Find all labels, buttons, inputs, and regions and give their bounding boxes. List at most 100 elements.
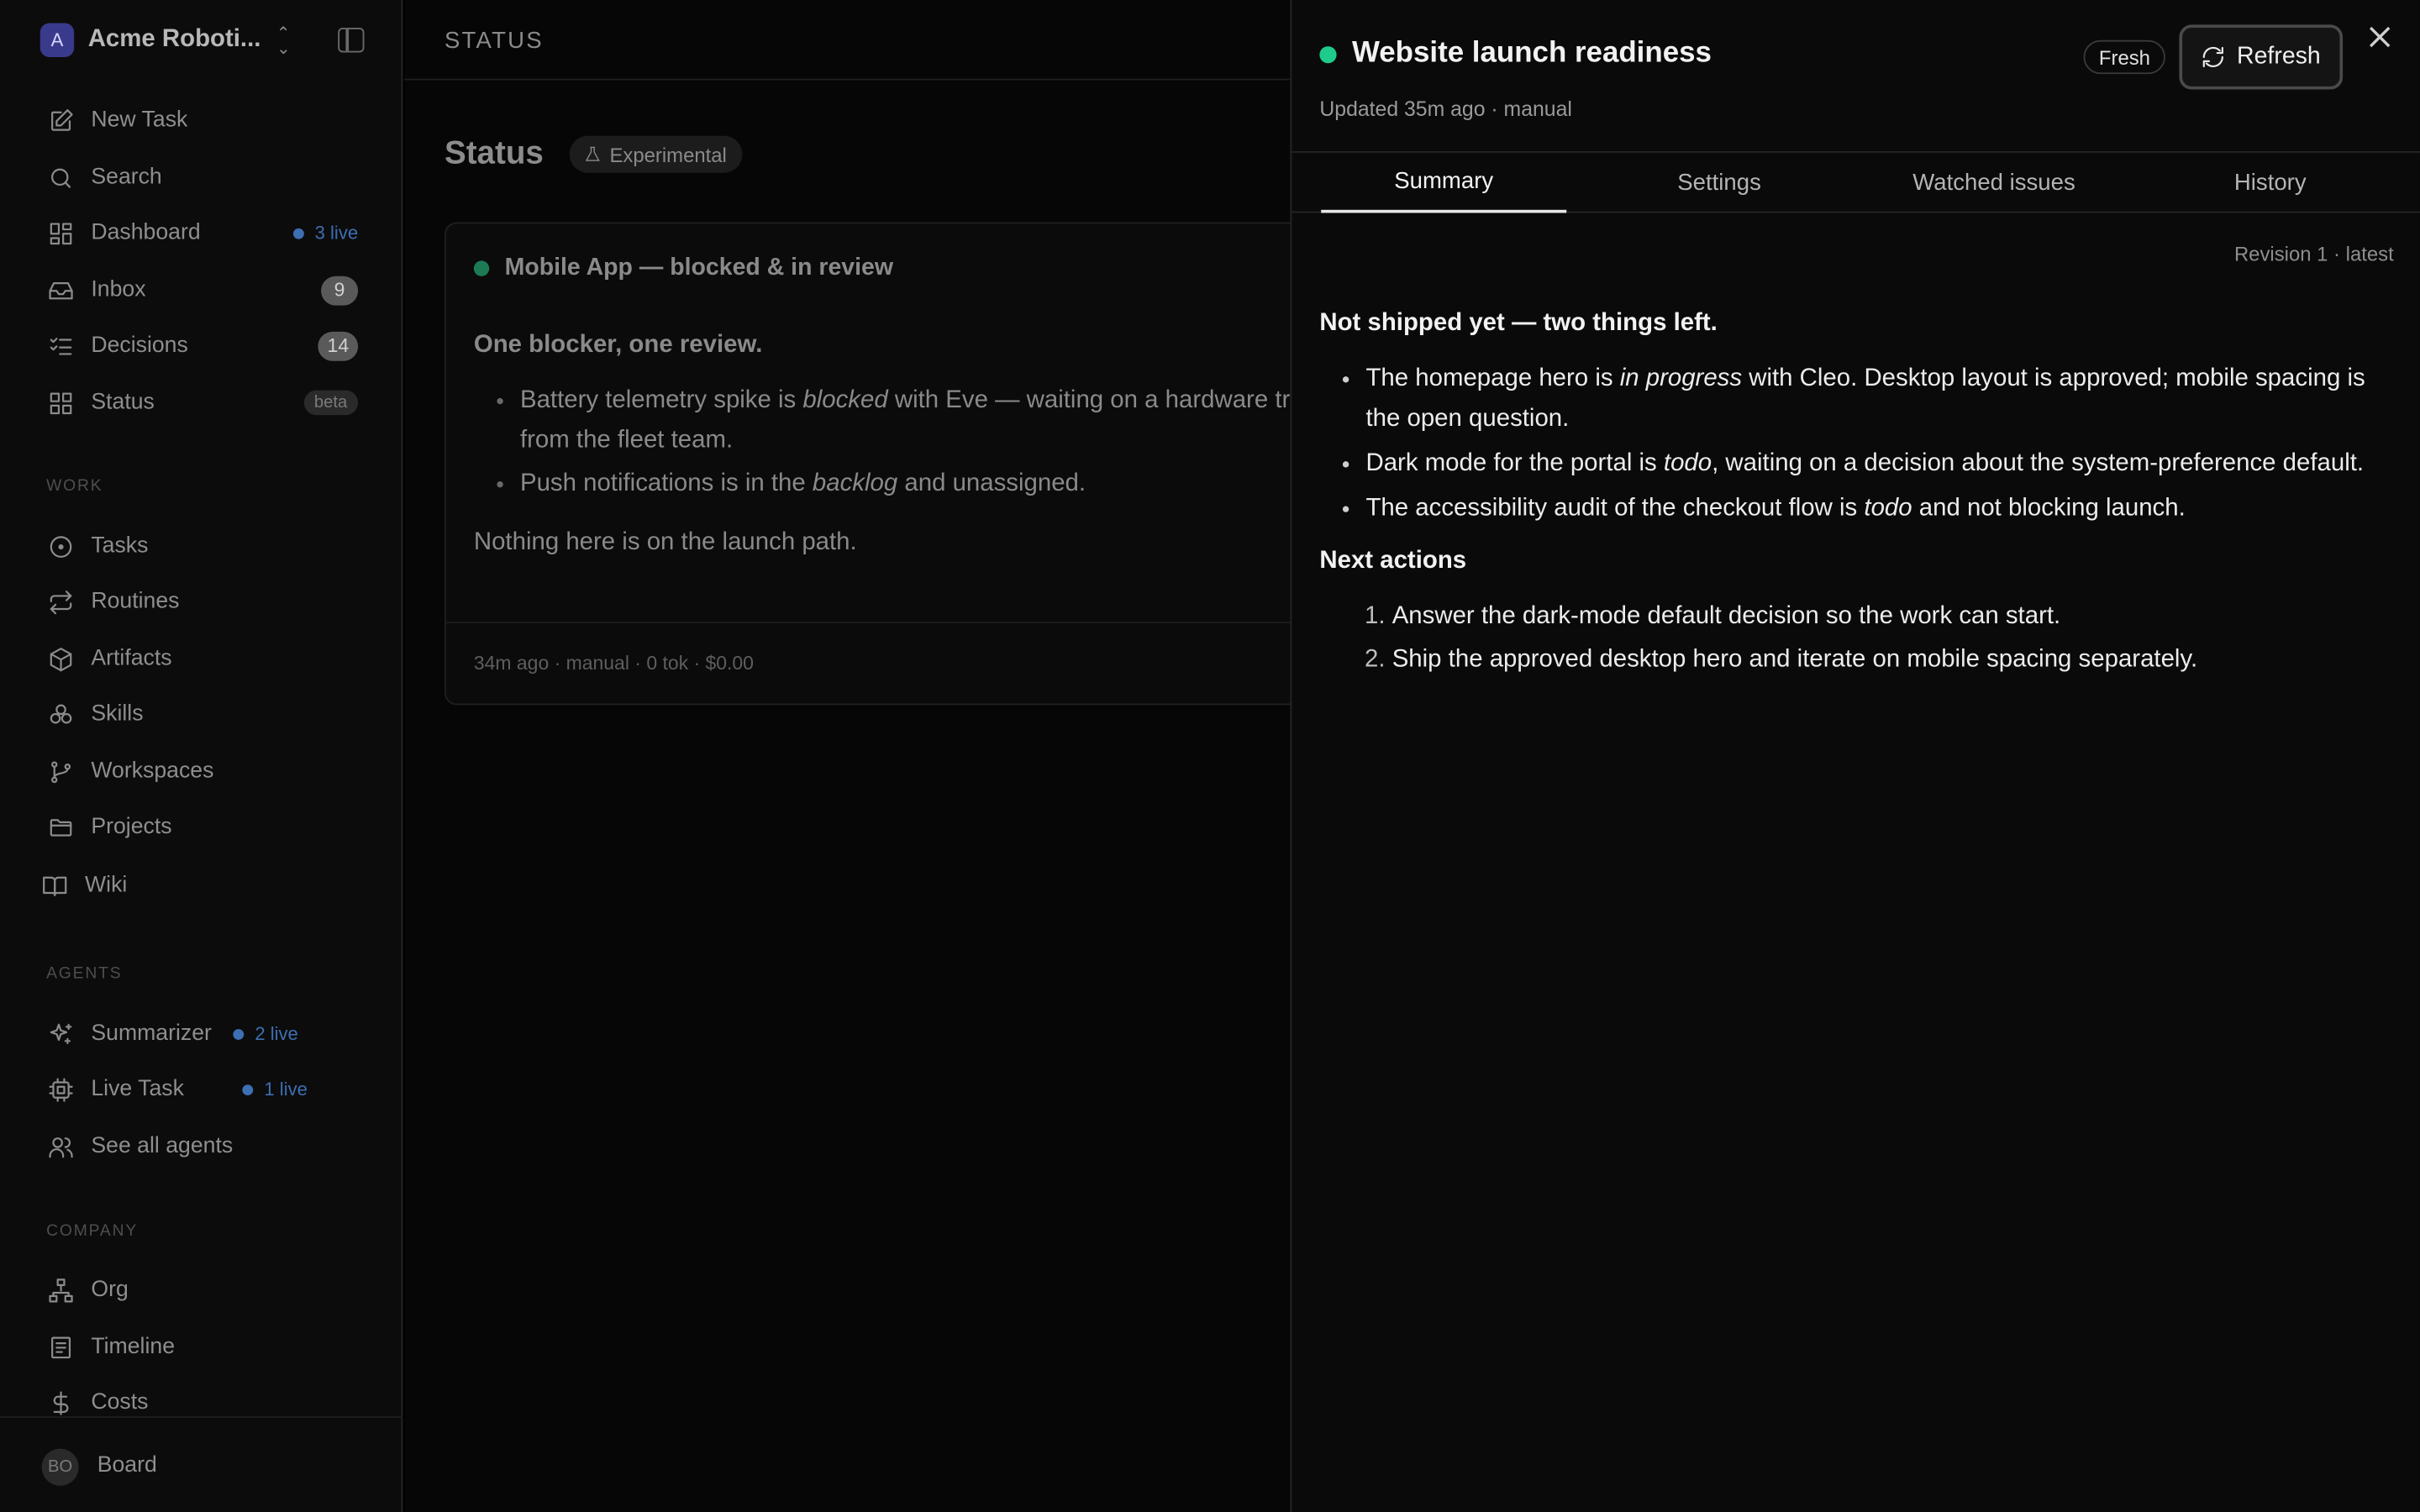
- main-content: STATUS Status Experimental Mobile App — …: [404, 0, 1292, 1512]
- sidebar-item-label: Status: [91, 390, 155, 416]
- sidebar-item-label: Routines: [91, 589, 180, 615]
- section-label-work: WORK: [46, 476, 103, 496]
- decisions-count-badge: 14: [318, 330, 359, 360]
- close-button[interactable]: [2369, 26, 2396, 54]
- list-item: Push notifications is in the backlog and…: [520, 465, 1292, 505]
- git-branch-icon: [46, 758, 74, 785]
- sidebar-item-new-task[interactable]: New Task: [46, 102, 358, 139]
- sidebar-item-label: New Task: [91, 108, 188, 133]
- sidebar-item-label: Skills: [91, 701, 144, 727]
- box-icon: [46, 645, 74, 673]
- dollar-icon: [46, 1389, 74, 1416]
- sidebar-item-projects[interactable]: Projects: [46, 808, 358, 845]
- workspace-name: Acme Roboti...: [87, 26, 261, 53]
- fresh-badge: Fresh: [2083, 39, 2166, 75]
- live-indicator: 1 live: [242, 1079, 308, 1100]
- beta-badge: beta: [303, 390, 359, 416]
- refresh-icon: [2203, 46, 2224, 68]
- sidebar-item-wiki[interactable]: Wiki: [40, 867, 352, 904]
- section-label-company: COMPANY: [46, 1221, 139, 1241]
- status-grid-icon: [46, 389, 74, 417]
- sidebar-item-workspaces[interactable]: Workspaces: [46, 753, 358, 790]
- list-item: Ship the approved desktop hero and itera…: [1392, 640, 2400, 680]
- timeline-icon: [46, 1333, 74, 1361]
- sidebar-item-tasks[interactable]: Tasks: [46, 528, 358, 564]
- card-closing: Nothing here is on the launch path.: [473, 528, 857, 556]
- status-card[interactable]: Mobile App — blocked & in review One blo…: [444, 222, 1292, 706]
- sidebar-item-label: Tasks: [91, 533, 149, 559]
- sidebar-item-label: Workspaces: [91, 759, 214, 785]
- sidebar-item-label: Inbox: [91, 277, 146, 302]
- sidebar-item-live-task[interactable]: Live Task 1 live: [46, 1071, 358, 1108]
- list-item: Answer the dark-mode default decision so…: [1392, 597, 2400, 638]
- cpu-icon: [46, 1075, 74, 1103]
- tab-watched-issues[interactable]: Watched issues: [1870, 153, 2118, 213]
- next-actions-heading: Next actions: [1319, 548, 1467, 575]
- sidebar-footer[interactable]: BO Board: [0, 1416, 403, 1512]
- sidebar-item-label: Live Task: [91, 1077, 184, 1102]
- sidebar-item-label: Projects: [91, 814, 172, 840]
- tab-history[interactable]: History: [2171, 153, 2369, 213]
- revision-label: Revision 1 · latest: [2233, 242, 2394, 265]
- sidebar-collapse-icon[interactable]: [338, 28, 365, 53]
- flask-icon: [585, 146, 600, 161]
- sidebar-item-routines[interactable]: Routines: [46, 583, 358, 620]
- sidebar-item-status[interactable]: Status beta: [46, 384, 359, 421]
- sidebar: A Acme Roboti... ⌃ ⌃ New Task Search Dash…: [0, 0, 403, 1512]
- panel-title: Website launch readiness: [1351, 37, 1712, 70]
- header-title: STATUS: [444, 28, 544, 55]
- sidebar-item-dashboard[interactable]: Dashboard 3 live: [46, 214, 358, 251]
- status-dot: [473, 260, 490, 276]
- tab-settings[interactable]: Settings: [1612, 153, 1825, 213]
- book-icon: [40, 872, 68, 900]
- sidebar-item-label: Artifacts: [91, 646, 172, 671]
- card-title-row: Mobile App — blocked & in review: [473, 255, 893, 282]
- refresh-button[interactable]: Refresh: [2179, 24, 2344, 90]
- live-indicator: 2 live: [233, 1023, 298, 1044]
- sidebar-item-label: Org: [91, 1277, 129, 1303]
- org-chart-icon: [46, 1276, 74, 1304]
- page-title: Status: [444, 135, 544, 171]
- summary-heading: Not shipped yet — two things left.: [1319, 310, 1718, 337]
- workspace-logo: A: [39, 23, 75, 57]
- sidebar-item-org[interactable]: Org: [46, 1271, 358, 1308]
- board-label: Board: [97, 1453, 157, 1478]
- sidebar-item-label: Dashboard: [91, 220, 201, 246]
- divider: [445, 622, 1292, 624]
- sidebar-item-label: Summarizer: [91, 1021, 212, 1047]
- search-icon: [46, 164, 74, 192]
- sidebar-item-skills[interactable]: Skills: [46, 696, 358, 732]
- sidebar-item-decisions[interactable]: Decisions 14: [46, 327, 359, 364]
- inbox-icon: [46, 276, 74, 304]
- card-lead: One blocker, one review.: [473, 331, 763, 359]
- sidebar-item-label: Decisions: [91, 333, 188, 359]
- users-icon: [46, 1132, 74, 1160]
- sidebar-item-artifacts[interactable]: Artifacts: [46, 640, 358, 677]
- folder-icon: [46, 813, 74, 841]
- sidebar-item-label: Wiki: [85, 873, 128, 898]
- sidebar-item-costs[interactable]: Costs: [46, 1384, 358, 1421]
- sidebar-item-summarizer[interactable]: Summarizer 2 live: [46, 1016, 358, 1053]
- panel-subtitle: Updated 35m ago · manual: [1319, 97, 1572, 121]
- workspace-switcher[interactable]: A Acme Roboti... ⌃ ⌃: [39, 22, 365, 59]
- circle-dot-icon: [46, 533, 74, 560]
- panel-title-row: Website launch readiness: [1319, 37, 1712, 71]
- tab-summary[interactable]: Summary: [1321, 153, 1567, 213]
- card-body: One blocker, one review. Battery telemet…: [474, 326, 1292, 564]
- refresh-label: Refresh: [2237, 43, 2321, 70]
- sidebar-item-label: See all agents: [91, 1133, 234, 1159]
- sidebar-item-search[interactable]: Search: [46, 159, 358, 196]
- live-indicator: 3 live: [292, 222, 358, 244]
- sidebar-item-timeline[interactable]: Timeline: [46, 1328, 358, 1365]
- sidebar-item-see-all-agents[interactable]: See all agents: [46, 1128, 358, 1165]
- sparkles-icon: [46, 1020, 74, 1047]
- sidebar-item-inbox[interactable]: Inbox 9: [46, 271, 359, 308]
- list-item: Battery telemetry spike is blocked with …: [520, 381, 1292, 462]
- status-dot: [1319, 45, 1337, 63]
- boxes-icon: [46, 701, 74, 728]
- list-item: The homepage hero is in progress with Cl…: [1365, 360, 2400, 440]
- inbox-count-badge: 9: [321, 275, 359, 305]
- avatar: BO: [41, 1448, 79, 1486]
- dashboard-icon: [46, 219, 74, 247]
- sidebar-item-label: Timeline: [91, 1334, 176, 1360]
